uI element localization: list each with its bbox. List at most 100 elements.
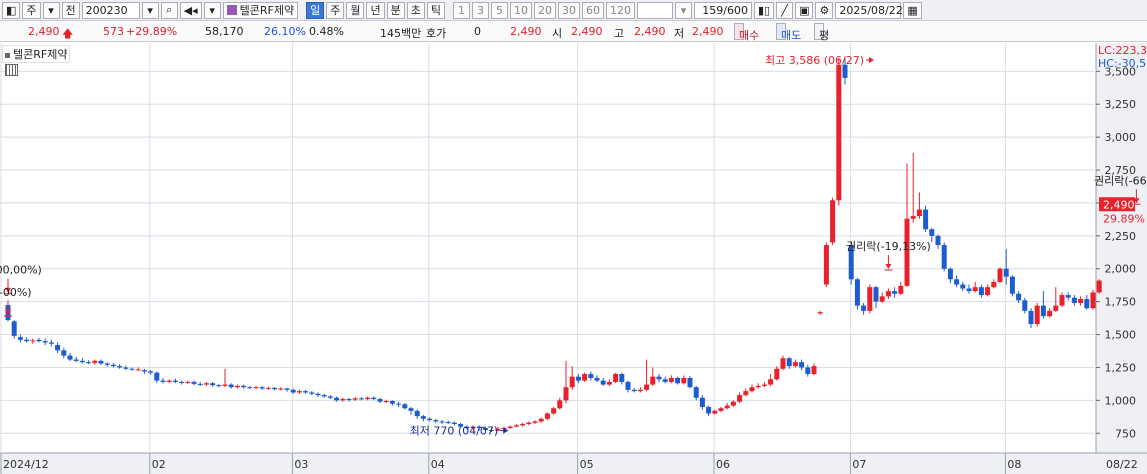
candle-body: [1009, 276, 1015, 294]
candle-body: [755, 385, 761, 388]
candle-body: [799, 362, 805, 368]
amount-value: 145백만: [380, 27, 422, 40]
candle-body: [792, 362, 798, 367]
period-tab-minute[interactable]: 분: [386, 1, 405, 19]
y-tick-label: 750: [1115, 427, 1136, 440]
low-price: 2,490: [692, 25, 724, 38]
gear-icon[interactable]: ⚙: [815, 1, 834, 19]
candle-body: [563, 387, 569, 401]
stock-name-field[interactable]: 텔콘RF제약: [222, 1, 299, 19]
candle-body: [923, 209, 929, 230]
candle-body: [656, 376, 662, 380]
date-input[interactable]: 2025/08/22: [835, 1, 903, 19]
speaker-dropdown-icon[interactable]: ▾: [203, 1, 221, 19]
interval-1[interactable]: 1: [452, 1, 470, 19]
period-tab-year[interactable]: 년: [366, 1, 385, 19]
period-tab-day[interactable]: 일: [306, 1, 325, 19]
eval-button[interactable]: 평: [814, 23, 829, 42]
market-dropdown-icon[interactable]: ▾: [42, 1, 60, 19]
open-label: 시: [552, 27, 563, 40]
candle-body: [513, 425, 519, 427]
candle-body: [334, 397, 340, 401]
candle-body: [377, 399, 383, 402]
interval-60[interactable]: 60: [581, 1, 604, 19]
candle-body: [389, 401, 395, 404]
interval-3[interactable]: 3: [471, 1, 489, 19]
candle-body: [1040, 305, 1046, 317]
candle-body: [823, 245, 829, 285]
candle-body: [619, 374, 625, 382]
market-select[interactable]: 주: [22, 1, 41, 19]
candle-body: [141, 370, 147, 372]
candle-body: [197, 383, 203, 385]
candle-body: [36, 339, 42, 342]
candle-body: [761, 384, 767, 386]
interval-5[interactable]: 5: [490, 1, 508, 19]
period-tab-second[interactable]: 초: [406, 1, 425, 19]
count-value: 159/600: [702, 3, 748, 17]
candle-body: [644, 384, 650, 390]
lc-label: LC:223,3: [1098, 44, 1147, 57]
period-tab-week[interactable]: 주: [326, 1, 345, 19]
x-tick-label: 06: [716, 458, 730, 471]
candlestick-chart[interactable]: 7501,0001,2501,5001,7502,0002,2502,5002,…: [0, 43, 1147, 474]
candle-body: [613, 374, 619, 382]
candle-body: [582, 374, 588, 381]
table-icon[interactable]: [5, 64, 18, 76]
market-label: 주: [26, 4, 37, 17]
candle-body: [241, 385, 247, 388]
current-price: 2,490: [28, 25, 60, 38]
candle-body: [805, 367, 811, 375]
interval-dropdown-icon[interactable]: ▾: [674, 1, 692, 19]
candle-body: [991, 281, 997, 288]
period-tab-tick[interactable]: 틱: [426, 1, 445, 19]
code-dropdown-icon[interactable]: ▾: [141, 1, 159, 19]
interval-10[interactable]: 10: [509, 1, 532, 19]
period-label: 초: [410, 4, 421, 17]
legend-marker: [5, 52, 10, 58]
stock-code-input[interactable]: 200230: [81, 1, 140, 19]
search-icon[interactable]: ⌕: [160, 1, 178, 19]
candle-body: [830, 200, 836, 243]
candle-body: [42, 341, 48, 343]
open-price: 2,490: [571, 25, 603, 38]
candle-type-icon[interactable]: ▮▯: [753, 1, 775, 19]
interval-30[interactable]: 30: [557, 1, 580, 19]
candle-body: [935, 235, 941, 246]
interval-20[interactable]: 20: [533, 1, 556, 19]
prev-button[interactable]: 전: [61, 1, 80, 19]
candle-body: [724, 405, 730, 409]
candle-body: [79, 360, 85, 363]
period-label: 일: [310, 4, 321, 17]
y-tick-label: 1,250: [1105, 361, 1137, 374]
candle-body: [86, 362, 92, 364]
window-icon[interactable]: ◧: [2, 1, 21, 19]
period-tab-month[interactable]: 월: [346, 1, 365, 19]
candle-body: [315, 393, 321, 396]
period-label: 년: [370, 4, 381, 17]
speaker-icon[interactable]: ◀◂: [179, 1, 202, 19]
count-field[interactable]: 159/600: [693, 1, 752, 19]
candle-body: [210, 383, 216, 386]
interval-120[interactable]: 120: [605, 1, 635, 19]
interval-label: 60: [585, 3, 600, 17]
candle-body: [873, 287, 879, 302]
x-tick-label: 2024/12: [3, 458, 49, 471]
interval-input[interactable]: [636, 1, 673, 19]
buy-button[interactable]: 매수: [734, 23, 759, 42]
eval-label: 평: [819, 29, 830, 42]
candle-body: [637, 389, 643, 392]
calendar-icon[interactable]: ▦: [903, 1, 922, 19]
sell-button[interactable]: 매도: [776, 23, 801, 42]
candle-body: [259, 387, 265, 389]
candle-body: [172, 380, 178, 382]
candle-body: [1022, 300, 1028, 311]
save-icon[interactable]: ▣: [795, 1, 814, 19]
draw-line-icon[interactable]: ╱: [776, 1, 794, 19]
candle-body: [730, 401, 736, 406]
candle-body: [203, 383, 209, 385]
candle-body: [98, 360, 104, 364]
candle-body: [414, 410, 420, 417]
candle-body: [867, 287, 873, 311]
y-tick-label: 2,000: [1105, 263, 1137, 276]
